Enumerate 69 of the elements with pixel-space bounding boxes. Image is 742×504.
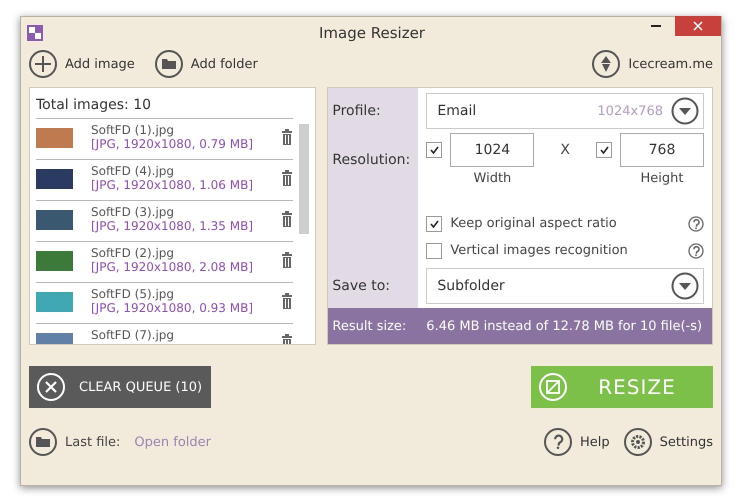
total-images-count: Total images: 10	[36, 96, 152, 115]
trash-icon[interactable]	[281, 252, 294, 268]
file-name: SoftFD (2).jpg	[91, 246, 176, 260]
checkbox[interactable]	[426, 242, 442, 258]
file-info: [JPG, 1920x1080, 0.79 MB]	[91, 137, 254, 151]
option-label: Vertical images recognition	[450, 243, 629, 258]
times-sign: X	[560, 142, 570, 158]
last-file-label: Last file:	[65, 434, 120, 450]
file-list-item[interactable]: SoftFD (5).jpg [JPG, 1920x1080, 0.93 MB]	[36, 282, 294, 323]
trash-icon[interactable]	[281, 170, 294, 186]
checkmark-icon	[430, 146, 439, 154]
file-list-item[interactable]: SoftFD (7).jpg	[36, 323, 294, 344]
folder-icon	[29, 428, 57, 456]
result-label: Result size:	[332, 318, 406, 334]
result-size-text: 6.46 MB instead of 12.78 MB for 10 file(-s)	[426, 318, 702, 334]
minimize-button[interactable]	[650, 25, 661, 27]
settings-button[interactable]: Settings	[624, 428, 713, 456]
file-name: SoftFD (1).jpg	[91, 123, 176, 137]
trash-icon[interactable]	[281, 293, 294, 309]
file-list-item[interactable]: SoftFD (3).jpg [JPG, 1920x1080, 1.35 MB]	[36, 200, 294, 241]
option-label: Keep original aspect ratio	[450, 216, 618, 231]
clear-queue-button[interactable]: CLEAR QUEUE (10)	[29, 366, 211, 408]
trash-icon[interactable]	[281, 129, 294, 145]
height-label: Height	[640, 171, 684, 186]
resize-icon	[539, 373, 567, 401]
dropdown-icon[interactable]	[671, 272, 699, 300]
file-name: SoftFD (5).jpg	[91, 287, 176, 301]
profile-label: Profile:	[331, 102, 382, 121]
file-info: [JPG, 1920x1080, 1.06 MB]	[91, 178, 254, 192]
website-link[interactable]: Icecream.me	[592, 50, 713, 78]
help-icon[interactable]	[688, 242, 704, 258]
profile-dropdown[interactable]: Email 1024x768	[426, 93, 704, 129]
help-button[interactable]: Help	[544, 428, 610, 456]
plus-icon	[29, 50, 57, 78]
file-name: SoftFD (4).jpg	[91, 164, 176, 178]
dropdown-icon[interactable]	[671, 97, 699, 125]
window-title: Image Resizer	[318, 24, 425, 42]
file-list-item[interactable]: SoftFD (4).jpg [JPG, 1920x1080, 1.06 MB]	[36, 159, 294, 200]
add-image-button[interactable]: Add image	[29, 50, 135, 78]
help-icon[interactable]	[688, 216, 704, 232]
scrollbar[interactable]	[299, 124, 310, 234]
save-to-dropdown[interactable]: Subfolder	[426, 268, 704, 304]
file-info: [JPG, 1920x1080, 2.08 MB]	[91, 260, 254, 274]
ice-cream-icon	[592, 50, 620, 78]
settings-icon	[624, 428, 652, 456]
close-button[interactable]	[674, 16, 721, 36]
checkbox[interactable]	[426, 142, 442, 158]
file-info: [JPG, 1920x1080, 0.93 MB]	[91, 301, 254, 315]
save-to-label: Save to:	[331, 277, 391, 296]
close-icon	[692, 21, 703, 31]
file-name: SoftFD (7).jpg	[91, 328, 176, 342]
width-label: Width	[474, 171, 512, 186]
checkmark-icon	[430, 220, 439, 228]
checkbox[interactable]	[596, 142, 612, 158]
add-folder-button[interactable]: Add folder	[154, 50, 258, 78]
close-icon	[37, 373, 65, 401]
checkmark-icon	[600, 146, 608, 154]
height-field[interactable]: 768	[620, 133, 704, 167]
width-field[interactable]: 1024	[450, 133, 534, 167]
folder-icon	[154, 50, 183, 78]
file-info: [JPG, 1920x1080, 1.35 MB]	[91, 219, 254, 233]
app-logo-icon	[27, 25, 43, 41]
checkbox[interactable]	[426, 216, 442, 232]
file-list-item[interactable]: SoftFD (1).jpg [JPG, 1920x1080, 0.79 MB]	[36, 118, 294, 159]
trash-icon[interactable]	[281, 211, 294, 227]
file-name: SoftFD (3).jpg	[91, 205, 176, 219]
file-list-item[interactable]: SoftFD (2).jpg [JPG, 1920x1080, 2.08 MB]	[36, 241, 294, 282]
resolution-label: Resolution:	[331, 151, 412, 170]
help-icon	[544, 428, 572, 456]
